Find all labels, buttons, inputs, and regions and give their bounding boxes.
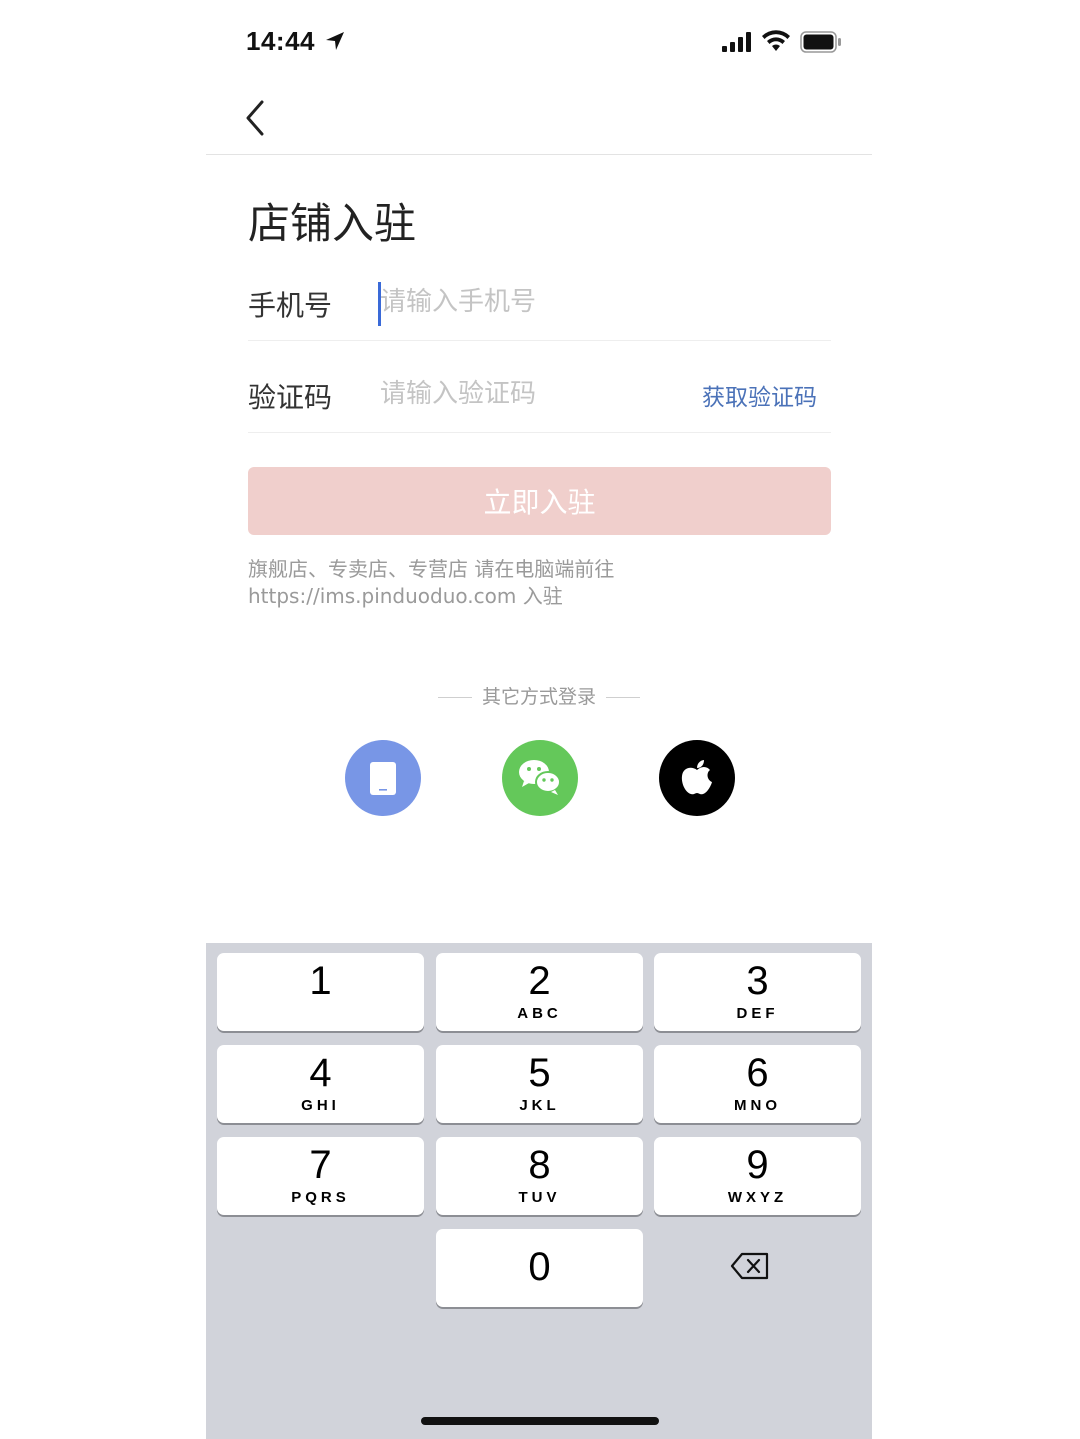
other-login-label: 其它方式登录 [481,686,596,708]
phone-label: 手机号 [248,289,333,322]
back-button[interactable] [240,98,272,138]
numeric-keyboard: 1 2 ABC 3 DEF 4 GHI 5 JKL 6 MNO 7 PQRS 8 [206,943,872,1439]
key-1[interactable]: 1 [217,953,424,1031]
key-letters: MNO [734,1097,781,1114]
delete-key[interactable] [646,1228,853,1306]
apple-login-button[interactable] [659,740,735,816]
phone-icon [370,762,396,795]
location-arrow-icon [326,32,344,50]
nav-bar [206,84,872,155]
status-time: 14:44 [246,26,315,56]
key-7[interactable]: 7 PQRS [217,1137,424,1215]
notice-text: 旗舰店、专卖店、专营店 请在电脑端前往 https://ims.pinduodu… [248,557,615,608]
key-letters: JKL [519,1097,560,1114]
apple-icon [681,760,712,795]
key-digit: 1 [309,959,332,1003]
phone-login-button[interactable] [345,740,421,816]
key-digit: 3 [746,959,769,1003]
key-digit: 7 [309,1143,332,1187]
key-digit: 9 [746,1143,769,1187]
divider-line-left [437,697,472,698]
phone-field-row: 手机号 [248,270,831,341]
other-login-divider: 其它方式登录 [206,682,872,709]
chevron-left-icon [246,100,264,136]
key-letters: PQRS [291,1189,350,1206]
submit-button[interactable]: 立即入驻 [248,467,831,535]
key-9[interactable]: 9 WXYZ [654,1137,861,1215]
key-5[interactable]: 5 JKL [436,1045,643,1123]
key-3[interactable]: 3 DEF [654,953,861,1031]
phone-input[interactable] [378,278,680,326]
key-4[interactable]: 4 GHI [217,1045,424,1123]
wechat-icon [519,760,561,795]
key-letters: ABC [517,1005,562,1022]
backspace-icon [730,1252,769,1280]
key-8[interactable]: 8 TUV [436,1137,643,1215]
key-letters: TUV [518,1189,561,1206]
battery-icon [800,31,841,53]
key-digit: 4 [309,1051,332,1095]
key-6[interactable]: 6 MNO [654,1045,861,1123]
key-0[interactable]: 0 [436,1229,643,1307]
key-digit: 0 [528,1245,551,1289]
wifi-icon [762,30,790,51]
page-title: 店铺入驻 [248,199,417,248]
key-digit: 6 [746,1051,769,1095]
key-digit: 5 [528,1051,551,1095]
home-indicator [421,1417,659,1425]
phone-screen: 14:44 店铺入驻 手机号 请输入手机号 验证码 请输入验证码 获取验证码 立… [206,0,872,1439]
code-field-row: 验证码 获取验证码 [248,362,831,433]
key-2[interactable]: 2 ABC [436,953,643,1031]
wechat-login-button[interactable] [502,740,578,816]
key-digit: 2 [528,959,551,1003]
get-code-button[interactable]: 获取验证码 [702,378,817,412]
key-digit: 8 [528,1143,551,1187]
key-letters: WXYZ [727,1189,788,1206]
code-label: 验证码 [248,381,333,414]
key-letters: GHI [301,1097,340,1114]
status-bar: 14:44 [206,0,872,84]
cellular-signal-icon [722,32,751,52]
text-caret [378,282,381,326]
key-letters: DEF [736,1005,779,1022]
divider-line-right [606,697,640,698]
code-input[interactable] [378,370,680,418]
